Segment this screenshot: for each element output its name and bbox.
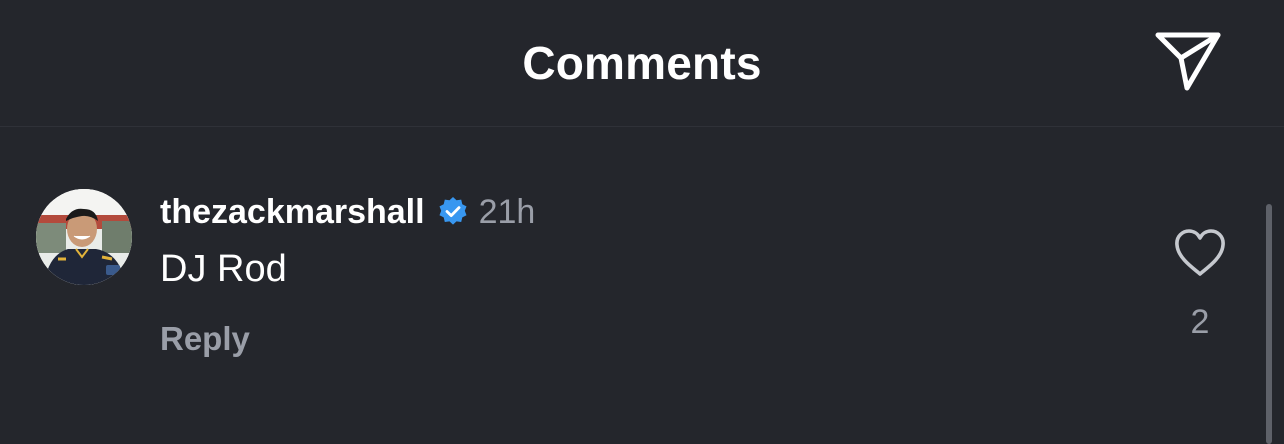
comment-meta: thezackmarshall 21h bbox=[160, 191, 535, 233]
username-link[interactable]: thezackmarshall bbox=[160, 193, 425, 232]
heart-outline-icon bbox=[1175, 229, 1225, 276]
paper-plane-icon bbox=[1155, 32, 1221, 91]
comment-item: thezackmarshall 21h DJ Rod Reply 2 bbox=[0, 127, 1284, 444]
like-count: 2 bbox=[1190, 303, 1210, 341]
avatar-image bbox=[36, 189, 132, 285]
comment-text: DJ Rod bbox=[160, 248, 287, 290]
comment-timestamp: 21h bbox=[478, 192, 536, 231]
reply-button[interactable]: Reply bbox=[160, 320, 250, 358]
share-button[interactable] bbox=[1150, 26, 1226, 96]
like-button[interactable] bbox=[1172, 227, 1228, 279]
scrollbar[interactable] bbox=[1266, 204, 1272, 444]
page-title: Comments bbox=[522, 37, 762, 89]
verified-badge-icon bbox=[437, 196, 469, 228]
comments-screen: Comments thezackmarshall 21h DJ Rod Repl… bbox=[0, 0, 1284, 444]
avatar[interactable] bbox=[36, 189, 132, 285]
comments-header: Comments bbox=[0, 0, 1284, 127]
